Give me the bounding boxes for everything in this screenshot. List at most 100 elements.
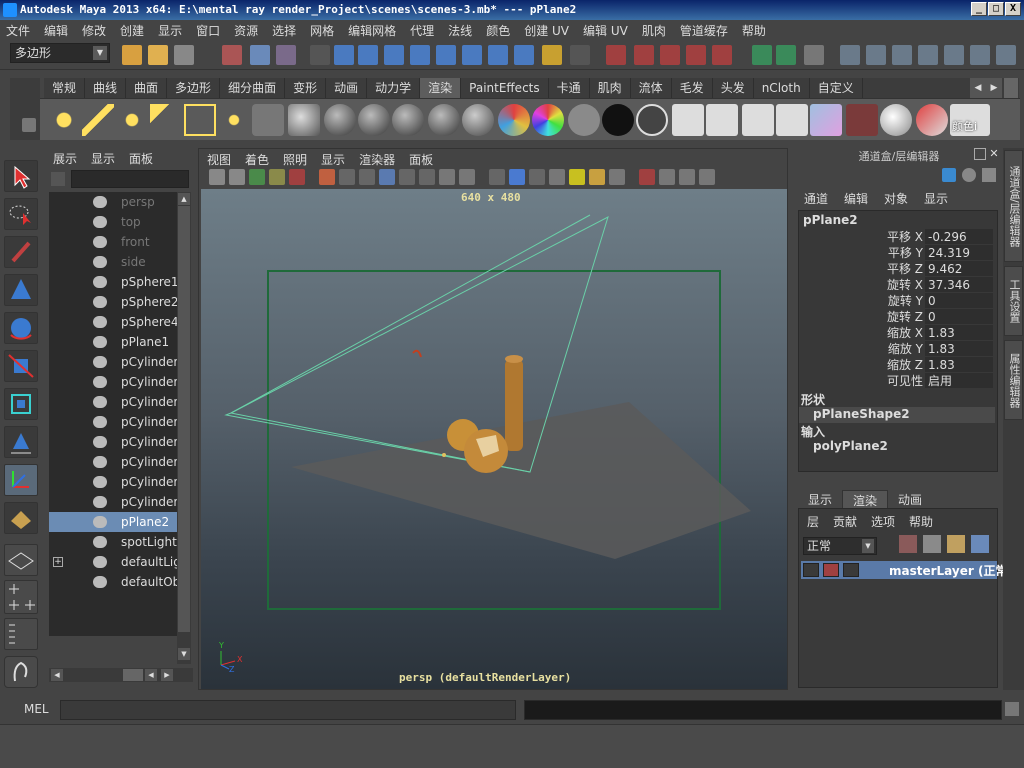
shelf-scroll-right-button[interactable]: ▶ [986,78,1002,98]
directional-light-icon[interactable] [82,104,114,136]
outliner-filter-field[interactable] [71,170,189,188]
use-background-icon[interactable] [602,104,634,136]
menu-item[interactable]: 修改 [82,22,106,39]
paint-select-tool-icon[interactable] [4,236,38,268]
gate-mask-icon[interactable] [399,169,415,185]
attribute-value-field[interactable]: 1.83 [925,357,993,372]
outliner-item[interactable]: pCylinder5 [49,412,177,432]
side-tab[interactable]: 通道盒/层编辑器 [1004,150,1023,262]
textured-icon[interactable] [549,169,565,185]
select-tool-icon[interactable] [4,160,38,192]
shelf-tab[interactable]: 动力学 [367,78,421,98]
color-picker-icon[interactable]: 颜色i [950,104,990,136]
outliner-menu-item[interactable]: 显示 [91,150,115,167]
attribute-value-field[interactable]: 0 [925,293,993,308]
menu-item[interactable]: 编辑网格 [348,22,396,39]
scroll-right-icon[interactable]: ▶ [161,669,173,681]
viewport-menu-item[interactable]: 照明 [283,151,307,168]
open-scene-icon[interactable] [148,45,168,65]
shelf-tab[interactable]: 变形 [285,78,327,98]
attribute-value-field[interactable]: 0 [925,309,993,324]
snap-point-icon[interactable] [358,45,378,65]
layer-editor-tab[interactable]: 渲染 [842,490,889,510]
menu-set-dropdown[interactable]: 多边形 ▼ [10,43,110,63]
area-light-icon[interactable] [184,104,216,136]
isolate-select-icon[interactable] [639,169,655,185]
hypershade-shelf-icon[interactable] [810,104,842,136]
camera-icon[interactable] [252,104,284,136]
field-chart-icon[interactable] [419,169,435,185]
outliner-item[interactable]: pPlane2 [49,512,177,532]
outliner-item[interactable]: side [49,252,177,272]
new-scene-icon[interactable] [122,45,142,65]
history-icon[interactable] [436,45,456,65]
modeling-toolkit-icon[interactable] [970,45,990,65]
close-panel-icon[interactable]: ✕ [988,148,1000,160]
channel-slider-icon[interactable] [982,168,996,182]
channel-box-menu-item[interactable]: 对象 [884,190,908,207]
shelf-scroll-left-button[interactable]: ◀ [970,78,986,98]
menu-item[interactable]: 帮助 [742,22,766,39]
outliner-item[interactable]: front [49,232,177,252]
xray-joints-icon[interactable] [679,169,695,185]
attribute-row[interactable]: 缩放 X 1.83 [799,325,995,341]
ramp-shader-icon[interactable] [498,104,530,136]
outliner-persp-layout-icon[interactable] [4,618,38,650]
input-icon[interactable] [488,45,508,65]
camera-attributes-icon[interactable] [229,169,245,185]
universal-manipulator-icon[interactable] [4,388,38,420]
side-tab[interactable]: 属性编辑器 [1004,340,1023,420]
menu-item[interactable]: 资源 [234,22,258,39]
channel-box-menu-item[interactable]: 通道 [804,190,828,207]
render-layer-icon[interactable] [846,104,878,136]
outliner-item[interactable]: pCylinder6 [49,432,177,452]
object-name[interactable]: pPlane2 [803,213,858,227]
input-node-name[interactable]: polyPlane2 [813,439,888,453]
phong-material-icon[interactable] [392,104,424,136]
safe-action-icon[interactable] [439,169,455,185]
outliner-item[interactable]: pCylinder3 [49,372,177,392]
scale-tool-icon[interactable] [4,350,38,382]
persp-viewport[interactable]: 640 x 480 persp (defaultRenderLayer) Y X… [201,189,787,689]
ambient-light-icon[interactable] [48,104,80,136]
anisotropic-material-icon[interactable] [462,104,494,136]
surface-shader-icon[interactable] [568,104,600,136]
film-gate-icon[interactable] [359,169,375,185]
outliner-vertical-scrollbar[interactable]: ▲ ▼ [177,192,191,664]
close-window-button[interactable]: X [1005,2,1021,16]
attribute-value-field[interactable]: 1.83 [925,341,993,356]
menu-item[interactable]: 窗口 [196,22,220,39]
attribute-row[interactable]: 平移 Y 24.319 [799,245,995,261]
use-all-lights-icon[interactable] [569,169,585,185]
viewport-menu-item[interactable]: 渲染器 [359,151,395,168]
layer-settings-icon[interactable] [843,563,859,577]
menu-item[interactable]: 选择 [272,22,296,39]
smooth-shade-icon[interactable] [509,169,525,185]
attribute-row[interactable]: 旋转 X 37.346 [799,277,995,293]
select-object-icon[interactable] [250,45,270,65]
outliner-item[interactable]: pSphere2 [49,292,177,312]
batch-render-icon[interactable] [706,104,738,136]
layer-render-toggle-icon[interactable] [803,563,819,577]
paint-brush-icon[interactable] [916,104,948,136]
attribute-row[interactable]: 旋转 Z0 [799,309,995,325]
four-pane-layout-icon[interactable] [4,580,38,614]
outliner-item[interactable]: spotLight1 [49,532,177,552]
shelf-tab[interactable]: 毛发 [672,78,713,98]
render-sphere-icon[interactable] [288,104,320,136]
attribute-row[interactable]: 缩放 Z 1.83 [799,357,995,373]
float-panel-icon[interactable] [974,148,986,160]
point-light-icon[interactable] [116,104,148,136]
outliner-menu-item[interactable]: 面板 [129,150,153,167]
color-shader-icon[interactable] [532,104,564,136]
show-manipulator-icon[interactable] [4,464,38,496]
attribute-row[interactable]: 可见性 启用 [799,373,995,389]
layer-stack-icon[interactable] [923,535,941,553]
rotate-tool-icon[interactable] [4,312,38,344]
hypershade-icon[interactable] [686,45,706,65]
shelf-menu-icon[interactable] [22,118,36,132]
shelf-tab[interactable]: PaintEffects [461,78,549,98]
ipr-clapboard-icon[interactable] [742,104,774,136]
select-by-name-icon[interactable] [776,45,796,65]
xray-icon[interactable] [659,169,675,185]
